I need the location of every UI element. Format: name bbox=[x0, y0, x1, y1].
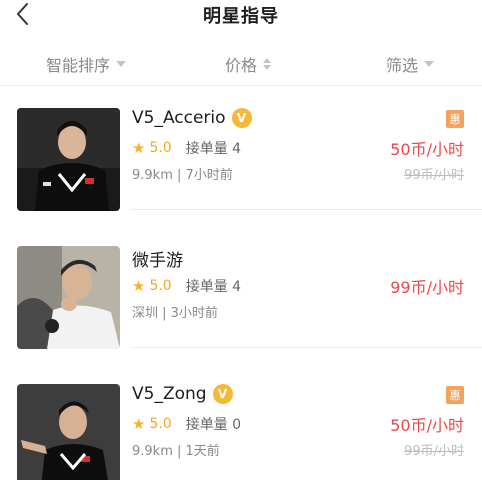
price: 50币/小时 bbox=[390, 416, 464, 435]
order-count: 接单量 4 bbox=[185, 279, 242, 295]
filter-bar: 智能排序 价格 筛选 bbox=[0, 40, 482, 86]
location-time: 深圳 | 3小时前 bbox=[132, 306, 218, 321]
star-icon: ★ bbox=[132, 415, 146, 433]
distance-time: 9.9km | 7小时前 bbox=[132, 168, 233, 183]
price: 50币/小时 bbox=[390, 140, 464, 159]
original-price: 99币/小时 bbox=[404, 168, 464, 183]
page-title: 明星指导 bbox=[203, 6, 279, 27]
coach-name: 微手游 bbox=[132, 251, 183, 271]
smart-sort-filter[interactable]: 智能排序 bbox=[46, 52, 127, 76]
avatar bbox=[17, 384, 120, 480]
price: 99币/小时 bbox=[390, 278, 464, 297]
avatar-image bbox=[17, 246, 120, 349]
price-sort-filter[interactable]: 价格 bbox=[225, 52, 272, 76]
coach-card[interactable]: V5_Accerio V ★ 5.0 接单量 4 9.9km | 7小时前 惠 … bbox=[0, 90, 482, 211]
verified-badge-icon: V bbox=[212, 384, 233, 404]
order-count: 接单量 4 bbox=[185, 141, 242, 157]
coach-name: V5_Accerio bbox=[132, 108, 226, 128]
avatar bbox=[17, 108, 120, 211]
screen-filter[interactable]: 筛选 bbox=[386, 52, 435, 76]
discount-badge-icon: 惠 bbox=[446, 110, 464, 128]
caret-down-icon bbox=[424, 61, 435, 67]
divider bbox=[130, 209, 482, 210]
caret-down-icon bbox=[116, 61, 127, 67]
divider bbox=[130, 347, 482, 348]
avatar bbox=[17, 246, 120, 349]
original-price: 99币/小时 bbox=[404, 444, 464, 459]
coach-card[interactable]: 微手游 ★ 5.0 接单量 4 深圳 | 3小时前 99币/小时 bbox=[0, 228, 482, 349]
distance-time: 9.9km | 1天前 bbox=[132, 444, 220, 459]
star-icon: ★ bbox=[132, 139, 146, 157]
star-icon: ★ bbox=[132, 277, 146, 295]
discount-badge-icon: 惠 bbox=[446, 386, 464, 404]
verified-badge-icon: V bbox=[231, 108, 252, 128]
filter-label: 智能排序 bbox=[46, 56, 111, 75]
rating-score: 5.0 bbox=[149, 140, 172, 156]
top-bar: 明星指导 bbox=[0, 0, 482, 28]
rating-score: 5.0 bbox=[149, 278, 172, 294]
avatar-image bbox=[17, 108, 120, 211]
coach-card[interactable]: V5_Zong V ★ 5.0 接单量 0 9.9km | 1天前 惠 50币/… bbox=[0, 366, 482, 480]
filter-label: 价格 bbox=[225, 56, 258, 75]
avatar-image bbox=[17, 384, 120, 480]
order-count: 接单量 0 bbox=[185, 417, 242, 433]
rating-score: 5.0 bbox=[149, 416, 172, 432]
filter-label: 筛选 bbox=[386, 56, 419, 75]
coach-name: V5_Zong bbox=[132, 384, 207, 404]
sort-icon bbox=[263, 58, 272, 70]
